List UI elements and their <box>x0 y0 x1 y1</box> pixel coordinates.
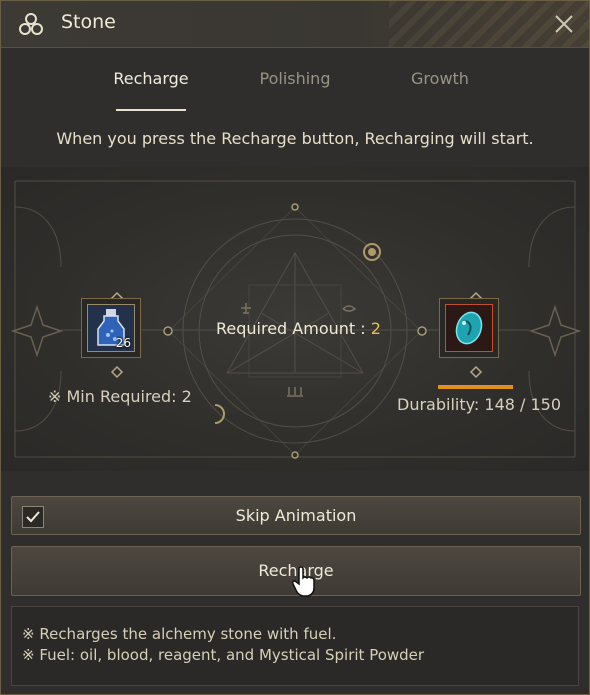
active-tab-indicator <box>116 109 186 111</box>
info-line-2: ※ Fuel: oil, blood, reagent, and Mystica… <box>22 646 425 664</box>
required-amount-value: 2 <box>370 319 381 338</box>
fuel-bottle-icon: 26 <box>87 304 135 352</box>
window-title: Stone <box>61 11 116 33</box>
stone-window: Stone Recharge Polishing Growth When you… <box>0 0 590 695</box>
skip-animation-label: Skip Animation <box>235 506 357 525</box>
title-bar[interactable]: Stone <box>1 1 589 48</box>
tab-bar: Recharge Polishing Growth <box>1 53 589 111</box>
alchemy-stone-icon <box>445 304 493 352</box>
tab-polishing[interactable]: Polishing <box>235 69 355 88</box>
info-box: ※ Recharges the alchemy stone with fuel.… <box>11 606 579 686</box>
durability-text: Durability: 148 / 150 <box>397 395 562 414</box>
tab-growth[interactable]: Growth <box>380 69 500 88</box>
stone-slot[interactable] <box>439 298 499 358</box>
required-amount: Required Amount : 2 <box>216 319 381 338</box>
hand-cursor-icon <box>292 566 315 597</box>
fuel-slot[interactable]: 26 <box>81 298 141 358</box>
recharge-panel: 26 Required Amount : 2 ※ Min Required: 2… <box>1 167 589 471</box>
fuel-count: 26 <box>115 336 131 350</box>
required-amount-label: Required Amount : <box>216 319 371 338</box>
durability-bar <box>438 385 513 389</box>
instruction-text: When you press the Recharge button, Rech… <box>56 129 534 148</box>
close-icon[interactable] <box>553 13 575 35</box>
triskele-icon <box>19 13 43 35</box>
min-required-text: ※ Min Required: 2 <box>48 387 192 406</box>
skip-animation-toggle[interactable]: Skip Animation <box>11 496 581 535</box>
tab-recharge[interactable]: Recharge <box>91 69 211 88</box>
info-line-1: ※ Recharges the alchemy stone with fuel. <box>22 625 337 643</box>
